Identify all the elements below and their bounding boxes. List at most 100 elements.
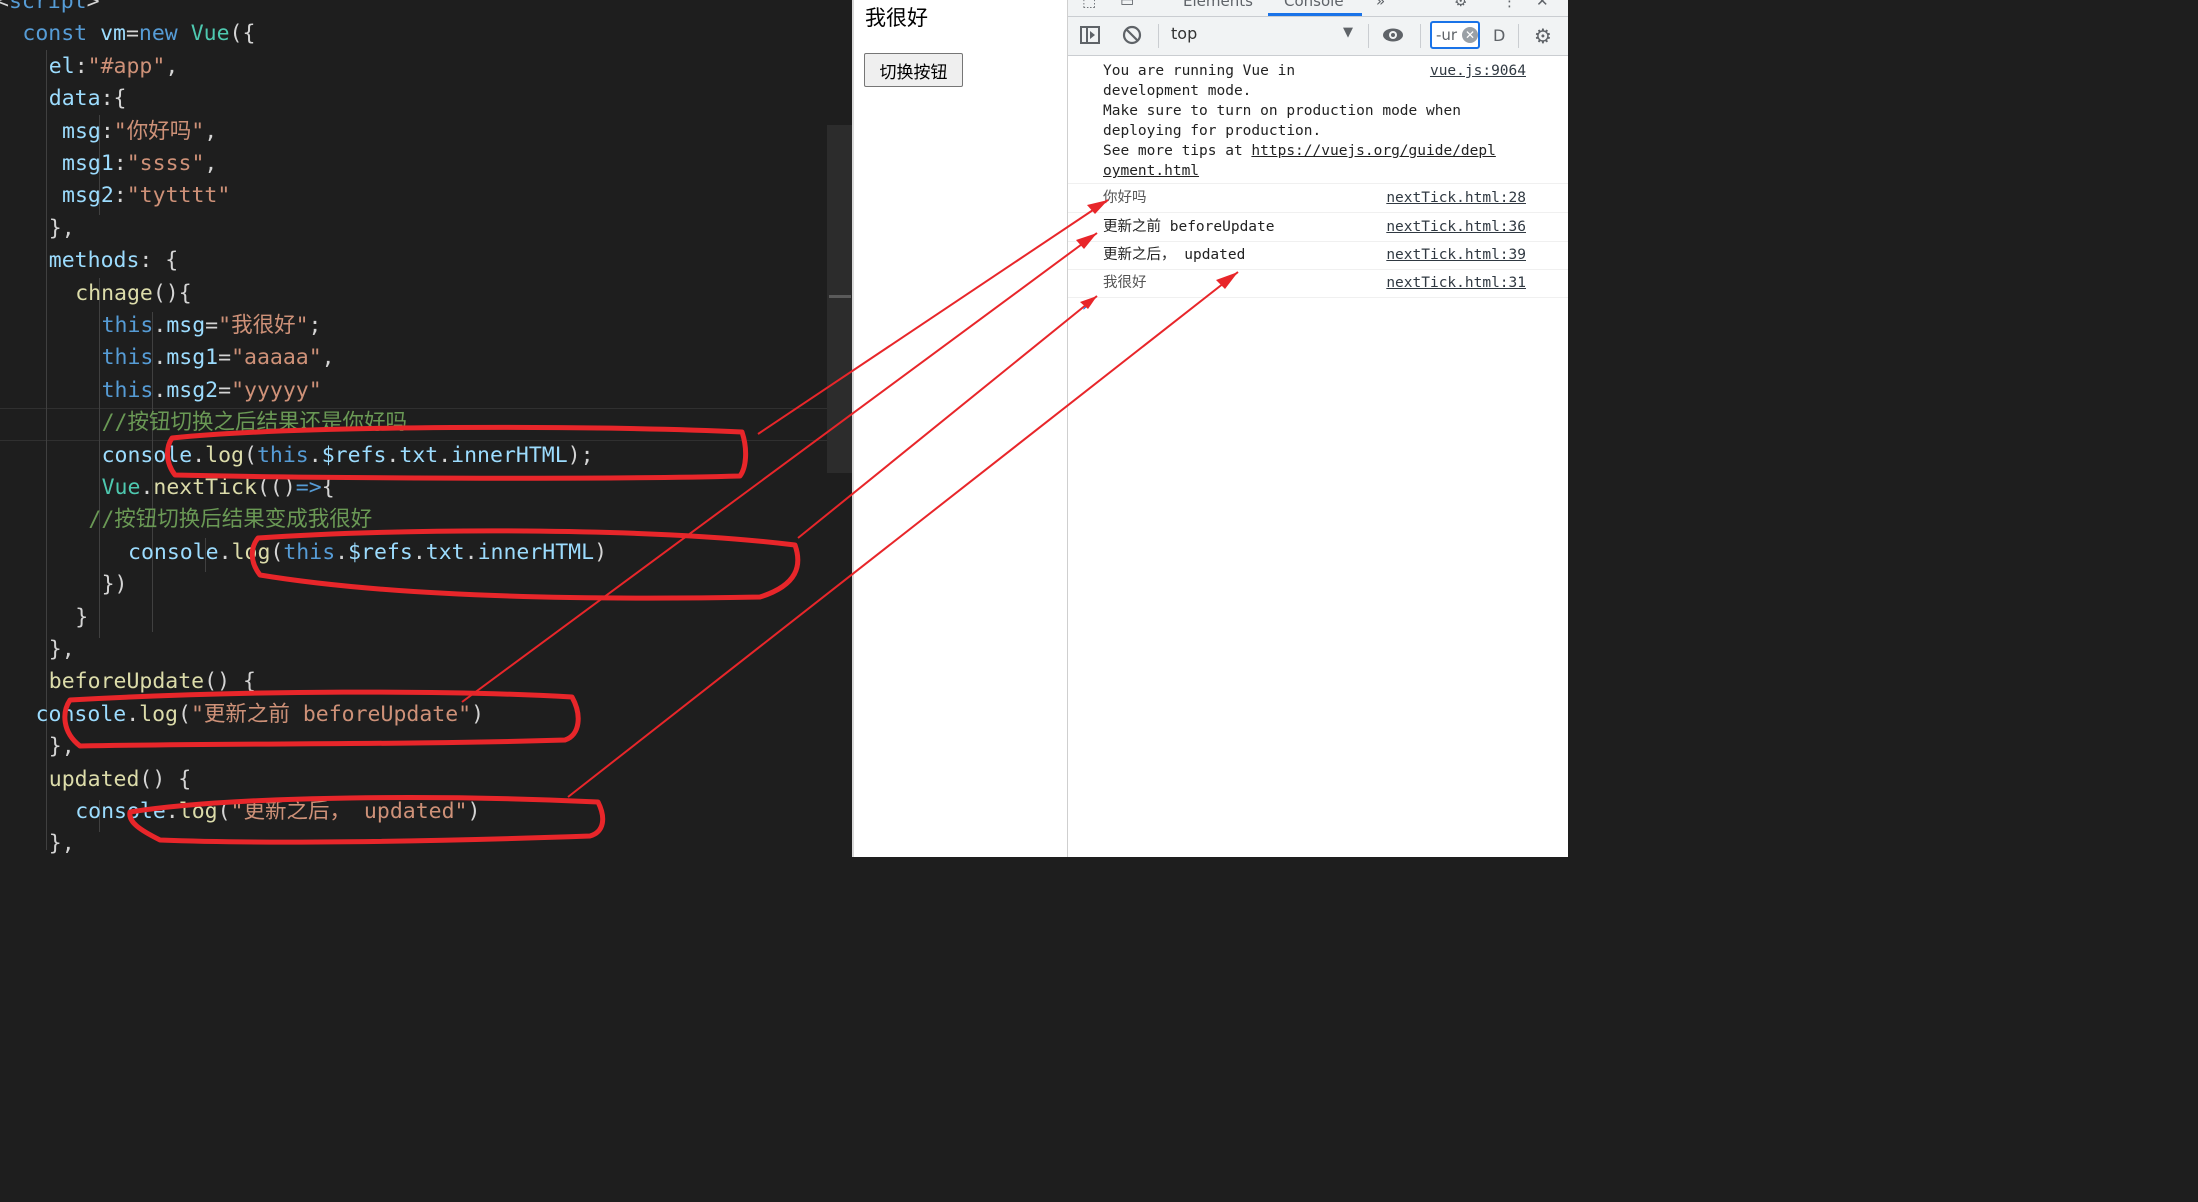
close-icon[interactable]: ✕ [1536, 0, 1549, 10]
message-text: 更新之前 beforeUpdate [1103, 219, 1275, 235]
page-text: 我很好 [865, 6, 928, 30]
code-token: vm [100, 21, 126, 47]
code-token: . [192, 442, 206, 468]
code-token: :{ [100, 86, 127, 112]
code-token: } [75, 604, 89, 630]
code-token: $refs [348, 539, 413, 565]
code-token: }, [48, 734, 75, 760]
console-message: 更新之前 beforeUpdate nextTick.html:36 [1068, 213, 1568, 242]
active-tab-indicator [1268, 13, 1362, 16]
code-token: ; [308, 313, 322, 338]
more-tabs-icon[interactable]: » [1376, 0, 1385, 10]
code-line: }) [102, 569, 128, 601]
code-line: this.msg="我很好"; [102, 310, 322, 342]
code-token: . [165, 799, 179, 824]
message-text: 你好吗 [1103, 190, 1147, 206]
console-message: 更新之后， updated nextTick.html:39 [1068, 241, 1568, 270]
code-token: ) [467, 799, 481, 824]
code-token: msg1 [166, 345, 219, 371]
code-token: msg1 [62, 151, 114, 176]
code-line: this.msg1="aaaaa", [102, 342, 335, 374]
code-token: . [140, 475, 154, 500]
code-token: . [153, 345, 167, 371]
code-token: ( [178, 701, 191, 727]
kebab-menu-icon[interactable]: ⋮ [1502, 0, 1517, 10]
code-token: "ssss" [126, 151, 205, 176]
code-token: this [101, 345, 154, 371]
editor-scrollbar[interactable] [827, 125, 852, 473]
code-token: "yyyyy" [231, 377, 322, 403]
code-token: ) [471, 701, 485, 727]
code-line: console.log("更新之前 beforeUpdate") [36, 699, 484, 731]
code-token: }) [101, 572, 128, 598]
code-token: ( [244, 442, 257, 468]
code-token: //按钮切换后结果变成我很好 [88, 507, 373, 533]
code-line: beforeUpdate() { [49, 666, 256, 698]
clear-filter-icon[interactable]: ✕ [1462, 27, 1478, 43]
inspect-icon[interactable]: ⬚ [1082, 0, 1096, 10]
code-token: innerHTML [477, 539, 595, 565]
code-line: this.msg2="yyyyy" [102, 375, 322, 407]
code-line: console.log(this.$refs.txt.innerHTML) [128, 537, 607, 569]
code-token: }, [48, 215, 75, 241]
code-token: chnage [75, 280, 153, 306]
device-toolbar-icon[interactable]: ▭ [1120, 0, 1134, 10]
console-message: 我很好 nextTick.html:31 [1068, 269, 1568, 298]
console-settings-icon[interactable]: ⚙ [1531, 24, 1555, 48]
code-line: } [75, 602, 88, 634]
console-message: 你好吗 nextTick.html:28 [1068, 184, 1568, 213]
code-line: //按钮切换之后结果还是你好吗 [102, 407, 407, 439]
log-levels-dropdown[interactable]: D [1493, 26, 1505, 45]
code-token: = [125, 21, 139, 47]
code-token: ({ [229, 21, 256, 47]
code-token: data [48, 86, 101, 112]
code-token: { [321, 475, 335, 500]
code-token: < [0, 0, 9, 14]
code-token: . [126, 701, 140, 727]
code-token: = [218, 345, 232, 371]
devtools-panel: ⬚ ▭ Elements Console » ⚙ ⋮ ✕ top ▼ -ur ✕… [1068, 0, 1568, 857]
code-line: methods: { [49, 245, 178, 277]
code-line: chnage(){ [75, 278, 192, 310]
code-line: el:"#app", [49, 51, 178, 83]
code-token: (){ [152, 280, 192, 306]
code-token: () { [204, 669, 256, 695]
code-line: updated() { [49, 764, 191, 796]
message-source-link[interactable]: nextTick.html:39 [1386, 245, 1526, 265]
message-source-link[interactable]: nextTick.html:31 [1386, 273, 1526, 293]
filter-input[interactable]: -ur ✕ [1430, 21, 1480, 49]
context-selector[interactable]: top [1171, 24, 1197, 43]
switch-button[interactable]: 切换按钮 [864, 53, 963, 87]
code-line: msg2:"tytttt" [62, 180, 230, 212]
code-token: //按钮切换之后结果还是你好吗 [101, 410, 407, 436]
eye-icon[interactable] [1381, 24, 1405, 48]
sidebar-toggle-icon[interactable] [1078, 24, 1102, 48]
message-source-link[interactable]: vue.js:9064 [1430, 61, 1526, 81]
tab-elements[interactable]: Elements [1183, 0, 1253, 10]
console-prompt[interactable]: › [1082, 296, 1088, 315]
code-token: msg [62, 118, 101, 144]
code-token: Vue [101, 475, 141, 500]
code-editor[interactable]: <script> const vm=new Vue({el:"#app", data… [0, 0, 852, 857]
dropdown-arrow-icon[interactable]: ▼ [1343, 25, 1353, 40]
message-source-link[interactable]: nextTick.html:28 [1386, 188, 1526, 208]
browser-page: 我很好 切换按钮 [852, 0, 1068, 857]
tab-console[interactable]: Console [1284, 0, 1344, 10]
code-token: ( [217, 799, 231, 824]
code-token: msg2 [166, 377, 219, 403]
devtools-tabbar: ⬚ ▭ Elements Console » ⚙ ⋮ ✕ [1068, 0, 1568, 17]
toolbar-separator [1368, 24, 1369, 48]
code-token: new [138, 21, 191, 47]
clear-console-icon[interactable] [1120, 24, 1144, 48]
code-token: , [204, 118, 218, 144]
message-source-link[interactable]: nextTick.html:36 [1386, 217, 1526, 237]
code-token: nextTick [153, 475, 257, 500]
toolbar-separator [1518, 24, 1519, 48]
scrollbar-thumb-marker [829, 295, 851, 298]
console-message: You are running Vue in development mode.… [1068, 57, 1568, 184]
code-token: : [74, 53, 88, 79]
code-token: "tytttt" [126, 183, 231, 209]
code-token: = [218, 377, 232, 403]
settings-icon[interactable]: ⚙ [1454, 0, 1467, 10]
code-token: Vue [190, 21, 230, 47]
